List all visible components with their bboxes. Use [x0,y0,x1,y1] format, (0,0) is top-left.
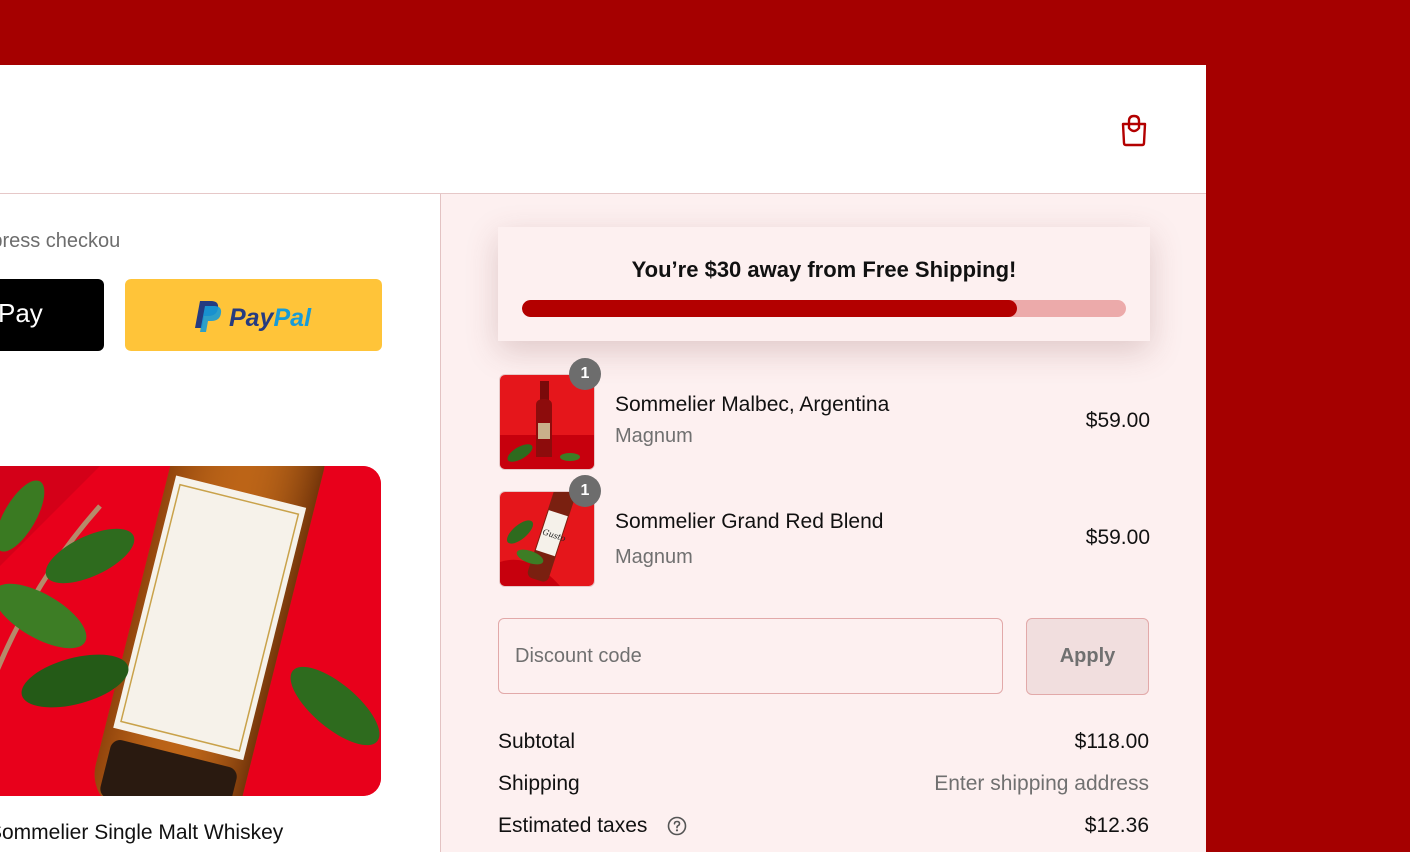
cart-item-variant: Magnum [615,425,693,447]
product-image [0,466,381,796]
subtotal-label: Subtotal [498,730,576,753]
quantity-badge: 1 [569,475,601,507]
discount-code-input[interactable] [498,618,1003,694]
express-checkout-panel: Express checkout Pay PayPal [0,194,440,852]
quantity-badge: 1 [569,358,601,390]
cart-item-name: Sommelier Malbec, Argentina [615,393,890,416]
paypal-button[interactable]: PayPal [125,279,382,351]
cart-item-variant: Magnum [615,546,693,568]
order-summary-panel: You’re $30 away from Free Shipping! 1 So… [440,194,1206,852]
cart-item-price: $59.00 [1085,409,1150,432]
subtotal-value: $118.00 [1074,730,1149,753]
free-shipping-message: You’re $30 away from Free Shipping! [631,257,1017,282]
cart-item: 1 Sommelier Malbec, Argentina Magnum $59… [498,358,1150,470]
paypal-logo: PayPal [195,301,312,332]
shopping-bag-icon[interactable] [1119,113,1149,147]
shipping-label: Shipping [498,772,580,795]
apple-pay-button[interactable]: Pay [0,279,104,351]
taxes-value: $12.36 [1084,814,1149,837]
taxes-row: Estimated taxes $12.36 [498,814,1149,844]
cart-item: Gusto 1 Sommelier Grand Red Blend Magnum… [498,475,1150,587]
paypal-wordmark: PayPal [229,304,312,332]
free-shipping-banner: You’re $30 away from Free Shipping! [498,227,1150,341]
shipping-value: Enter shipping address [934,772,1149,795]
shipping-row: Shipping Enter shipping address [498,772,1149,802]
shipping-progress-fill [522,300,1018,317]
checkout-window: Express checkout Pay PayPal [0,65,1206,852]
taxes-label: Estimated taxes [498,814,648,837]
shipping-progress-bar [522,300,1126,317]
express-checkout-label: Express checkout [0,230,120,252]
apply-discount-button[interactable]: Apply [1026,618,1149,695]
cart-item-name: Sommelier Grand Red Blend [615,510,884,533]
header [0,65,1206,194]
subtotal-row: Subtotal $118.00 [498,730,1149,760]
apple-pay-label: Pay [0,298,43,328]
cart-item-price: $59.00 [1085,526,1150,549]
product-name: Sommelier Single Malt Whiskey [0,821,284,844]
help-icon[interactable] [667,816,687,836]
